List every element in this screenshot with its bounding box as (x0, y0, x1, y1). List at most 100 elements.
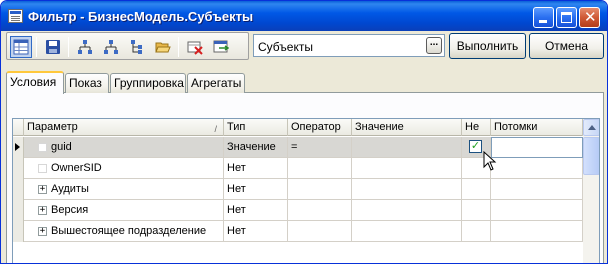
mouse-cursor-icon (483, 151, 497, 171)
sort-indicator: / (214, 124, 217, 134)
grid-icon (13, 39, 29, 55)
window-icon (8, 9, 23, 23)
save-button[interactable] (42, 36, 64, 58)
tree-node-icon (38, 164, 47, 173)
window-title: Фильтр - БизнесМодель.Субъекты (28, 9, 254, 24)
param-name: guid (51, 141, 72, 153)
row-indicator[interactable] (13, 221, 24, 242)
save-icon (46, 40, 60, 54)
value-cell[interactable] (352, 137, 462, 158)
scroll-thumb[interactable] (583, 137, 599, 175)
param-cell[interactable]: guid (24, 137, 224, 158)
param-cell[interactable]: + Аудиты (24, 179, 224, 200)
children-cell[interactable] (491, 179, 583, 200)
toolbar-separator (178, 37, 179, 57)
table-row[interactable]: OwnerSID Нет (13, 158, 583, 179)
grid-button[interactable] (10, 36, 32, 58)
not-cell[interactable] (462, 179, 491, 200)
hierarchy-alt-icon (104, 40, 118, 54)
column-header-children[interactable]: Потомки (491, 119, 583, 136)
tree-node-icon (38, 143, 47, 152)
table-row[interactable]: guid Значение = ✓ (13, 137, 583, 158)
children-cell[interactable] (491, 137, 583, 158)
operator-cell[interactable] (288, 158, 352, 179)
not-cell[interactable] (462, 221, 491, 242)
row-indicator[interactable] (13, 200, 24, 221)
column-header-not[interactable]: Не (462, 119, 491, 136)
value-cell[interactable] (352, 200, 462, 221)
delete-icon (187, 41, 203, 55)
delete-button[interactable] (184, 36, 206, 58)
title-bar[interactable]: Фильтр - БизнесМодель.Субъекты ✕ (1, 1, 607, 31)
open-folder-icon (155, 42, 171, 53)
cancel-button[interactable]: Отмена (529, 33, 604, 59)
row-header-corner (13, 119, 24, 136)
type-cell[interactable]: Нет (224, 158, 288, 179)
tab-conditions[interactable]: Условия (6, 71, 64, 94)
operator-cell[interactable] (288, 179, 352, 200)
current-row-arrow-icon (15, 143, 20, 151)
param-name: Аудиты (51, 183, 89, 195)
entity-combo-value: Субъекты (258, 40, 313, 54)
hierarchy-button[interactable] (74, 36, 96, 58)
param-name: Версия (51, 204, 89, 216)
execute-button[interactable]: Выполнить (449, 33, 526, 59)
toolbar (6, 32, 249, 60)
operator-cell[interactable] (288, 221, 352, 242)
browse-button[interactable]: ... (426, 37, 442, 54)
column-header-operator[interactable]: Оператор (288, 119, 352, 136)
expand-icon[interactable]: + (38, 185, 47, 194)
operator-cell[interactable]: = (288, 137, 352, 158)
tab-grouping[interactable]: Группировка (110, 73, 186, 93)
scroll-up-button[interactable] (583, 119, 599, 136)
type-cell[interactable]: Нет (224, 221, 288, 242)
table-row[interactable]: + Вышестоящее подразделение Нет (13, 221, 583, 242)
not-checkbox[interactable]: ✓ (469, 140, 482, 153)
column-header-value[interactable]: Значение (352, 119, 462, 136)
param-cell[interactable]: + Вышестоящее подразделение (24, 221, 224, 242)
maximize-button[interactable] (556, 7, 577, 28)
type-cell[interactable]: Нет (224, 200, 288, 221)
column-header-type[interactable]: Тип (224, 119, 288, 136)
tab-display[interactable]: Показ (65, 73, 109, 93)
column-header-param[interactable]: Параметр / (24, 119, 224, 136)
apply-button[interactable] (210, 36, 232, 58)
column-header-param-label: Параметр (27, 121, 78, 133)
value-cell[interactable] (352, 158, 462, 179)
table-row[interactable]: + Версия Нет (13, 200, 583, 221)
type-cell[interactable]: Нет (224, 179, 288, 200)
children-cell[interactable] (491, 221, 583, 242)
hierarchy-icon (78, 40, 92, 54)
open-folder-button[interactable] (152, 36, 174, 58)
not-cell[interactable] (462, 200, 491, 221)
value-cell[interactable] (352, 221, 462, 242)
expand-icon[interactable]: + (38, 206, 47, 215)
hierarchy-alt-button[interactable] (100, 36, 122, 58)
row-indicator[interactable] (13, 179, 24, 200)
param-name: OwnerSID (51, 162, 102, 174)
param-cell[interactable]: OwnerSID (24, 158, 224, 179)
param-name: Вышестоящее подразделение (51, 225, 207, 237)
children-cell[interactable] (491, 158, 583, 179)
table-row[interactable]: + Аудиты Нет (13, 179, 583, 200)
close-button[interactable]: ✕ (579, 7, 600, 28)
tree-button[interactable] (126, 36, 148, 58)
vertical-scrollbar[interactable] (583, 119, 599, 263)
expand-icon[interactable]: + (38, 227, 47, 236)
filter-window: Фильтр - БизнесМодель.Субъекты ✕ Субъект… (0, 0, 608, 264)
apply-icon (213, 40, 229, 53)
entity-combo[interactable]: Субъекты ... (253, 34, 445, 57)
row-indicator[interactable] (13, 158, 24, 179)
minimize-button[interactable] (533, 7, 554, 28)
minimize-icon (539, 20, 547, 23)
param-cell[interactable]: + Версия (24, 200, 224, 221)
type-cell[interactable]: Значение (224, 137, 288, 158)
tab-aggregates[interactable]: Агрегаты (187, 73, 245, 93)
grid-header: Параметр / Тип Оператор Значение Не Пото… (13, 119, 583, 136)
row-indicator[interactable] (13, 137, 24, 158)
children-cell[interactable] (491, 200, 583, 221)
operator-cell[interactable] (288, 200, 352, 221)
tree-icon (131, 40, 142, 54)
maximize-icon (561, 12, 572, 23)
value-cell[interactable] (352, 179, 462, 200)
